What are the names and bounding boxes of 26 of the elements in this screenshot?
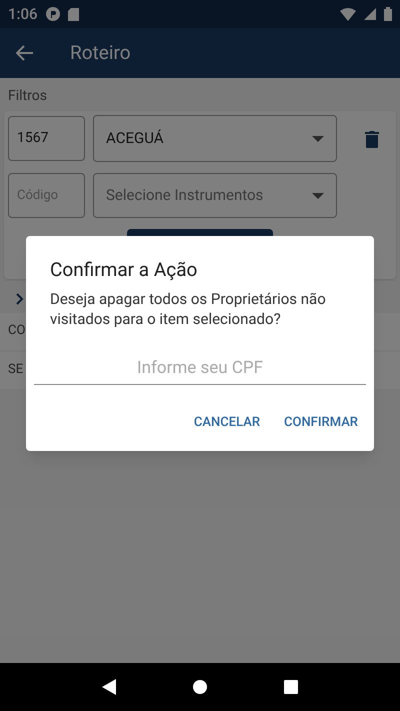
trash-icon[interactable]	[365, 130, 379, 148]
sd-card-icon	[68, 8, 79, 20]
app-bar-title: Roteiro	[70, 40, 131, 66]
battery-icon	[384, 7, 392, 21]
status-time: 1:06	[8, 4, 38, 25]
city-dropdown[interactable]: ACEGUÁ	[93, 115, 337, 162]
chevron-right-icon[interactable]	[16, 293, 24, 305]
row-text: SE	[8, 361, 24, 379]
home-circle-icon[interactable]	[192, 680, 207, 694]
dropdown-caret-icon	[312, 136, 324, 142]
wifi-icon	[340, 8, 356, 20]
signal-icon	[364, 8, 376, 20]
overview-square-icon[interactable]	[284, 680, 298, 694]
row-text: CO	[8, 322, 26, 340]
filters-title: Filtros	[7, 87, 48, 106]
back-arrow-icon[interactable]	[16, 45, 34, 61]
dialog-button[interactable]: CONFIRMAR	[284, 412, 358, 432]
dialog-button[interactable]: CANCELAR	[194, 412, 260, 432]
dialog-message: Deseja apagar todos os Proprietários não visitados para o item selecionado?	[50, 288, 327, 328]
instrument-dropdown[interactable]: Selecione Instrumentos	[93, 173, 337, 218]
dialog-title: Confirmar a Ação	[50, 257, 198, 283]
dropdown-caret-icon	[312, 192, 324, 198]
code-field[interactable]: 1567	[8, 116, 85, 161]
app-notification-icon	[46, 7, 60, 21]
cpf-input-field[interactable]: Informe seu CPF	[34, 352, 366, 384]
back-triangle-icon[interactable]	[102, 679, 116, 695]
